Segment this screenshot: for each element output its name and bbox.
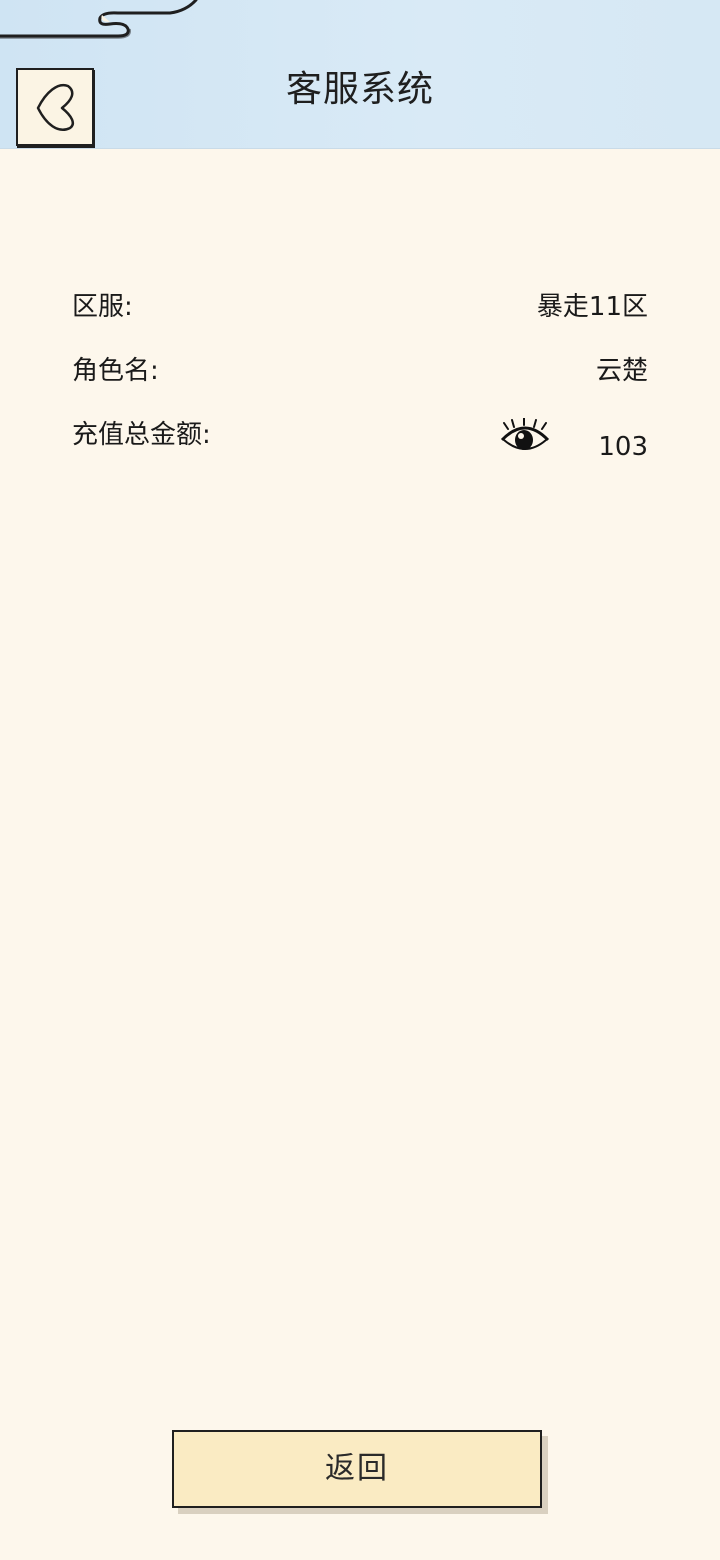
cloud-decoration-icon: [0, 0, 198, 39]
info-row-role: 角色名: 云楚: [72, 350, 648, 390]
page-title: 客服系统: [285, 69, 434, 110]
role-label: 角色名:: [72, 356, 159, 386]
server-value: 暴走11区: [536, 292, 648, 322]
recharge-label: 充值总金额:: [72, 420, 211, 450]
header-bar: 客服系统: [0, 0, 720, 149]
info-row-recharge: 充值总金额: 103: [72, 414, 648, 474]
recharge-value: 103: [598, 432, 648, 462]
return-button[interactable]: 返回: [172, 1430, 542, 1508]
server-label: 区服:: [72, 292, 133, 322]
eye-icon[interactable]: [500, 417, 550, 458]
role-value: 云楚: [595, 356, 648, 386]
info-row-server: 区服: 暴走11区: [72, 286, 648, 326]
